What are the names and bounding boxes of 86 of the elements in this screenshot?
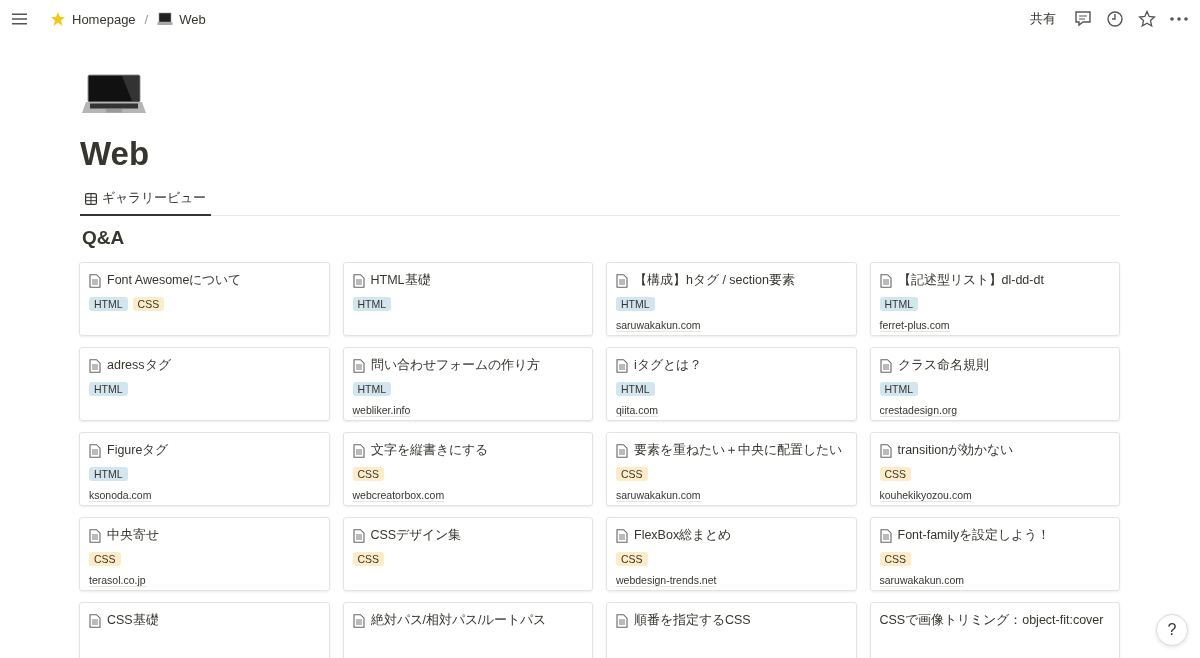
tag: HTML [879,382,919,396]
tag: CSS [616,467,648,481]
source-link[interactable]: terasol.co.jp [89,574,146,587]
star-icon[interactable] [1138,10,1156,28]
tag: CSS [879,467,912,481]
gallery-card[interactable]: 【構成】hタグ / section要素 HTML saruwakakun.com [606,262,857,336]
gallery-card[interactable]: Font-familyを設定しよう！ CSS saruwakakun.com [869,517,1120,591]
card-title: Font Awesomeについて [107,272,242,289]
share-button[interactable]: 共有 [1026,8,1060,30]
gallery-card[interactable]: iタグとは？ HTML qiita.com [606,347,857,421]
gallery-card[interactable]: 文字を縦書きにする CSS webcreatorbox.com [342,432,593,506]
gallery-card[interactable]: CSSで画像トリミング：object-fit:cover [869,602,1120,658]
tag: HTML [616,297,655,311]
card-title: 中央寄せ [107,527,159,544]
source-link[interactable]: saruwakakun.com [616,319,701,332]
gallery-card[interactable]: クラス命名規則 HTML crestadesign.org [869,347,1120,421]
tag: CSS [616,552,648,566]
source-link[interactable]: crestadesign.org [879,404,958,417]
gallery-card[interactable]: 【記述型リスト】dl-dd-dt HTML ferret-plus.com [869,262,1120,336]
view-tab[interactable]: ギャラリービュー [80,186,211,216]
menu-icon[interactable] [12,13,27,25]
tag: CSS [352,552,385,566]
gallery-card[interactable]: CSSデザイン集 CSS [342,517,593,591]
help-button[interactable]: ? [1156,614,1188,646]
gallery-card[interactable]: 要素を重ねたい＋中央に配置したい CSS saruwakakun.com [606,432,857,506]
card-title: transitionが効かない [897,442,1014,459]
source-link[interactable]: ksonoda.com [89,489,152,502]
gallery-card[interactable]: FlexBox総まとめ CSS webdesign-trends.net [606,517,857,591]
gallery-card[interactable]: 中央寄せ CSS terasol.co.jp [79,517,330,591]
source-link[interactable]: webdesign-trends.net [616,574,717,587]
group-heading: Q&A [82,226,126,250]
card-title: CSS基礎 [107,612,159,629]
breadcrumb-separator: / [144,11,149,27]
tag: HTML [89,297,128,311]
breadcrumb-link[interactable]: Homepage [47,9,139,29]
card-title: CSSで画像トリミング：object-fit:cover [879,612,1104,629]
more-icon[interactable] [1170,17,1188,21]
card-title: クラス命名規則 [897,357,989,374]
breadcrumb-link[interactable]: Web [154,9,209,29]
source-link[interactable]: webcreatorbox.com [352,489,445,502]
tag: CSS [352,467,385,481]
clock-icon[interactable] [1106,10,1124,28]
card-title: 絶対パス/相対パス/ルートパス [370,612,547,629]
source-link[interactable]: qiita.com [616,404,658,417]
card-title: Font-familyを設定しよう！ [897,527,1051,544]
tag: HTML [89,467,128,481]
source-link[interactable]: ferret-plus.com [879,319,950,332]
card-title: 【構成】hタグ / section要素 [634,272,795,289]
gallery-card[interactable]: 問い合わせフォームの作り方 HTML webliker.info [342,347,593,421]
card-title: 問い合わせフォームの作り方 [370,357,540,374]
gallery-card[interactable]: Font Awesomeについて HTML CSS [79,262,330,336]
gallery-card[interactable]: Figureタグ HTML ksonoda.com [79,432,330,506]
card-title: Figureタグ [107,442,169,459]
tag: CSS [89,552,121,566]
gallery-card[interactable]: transitionが効かない CSS kouhekikyozou.com [869,432,1120,506]
card-title: 順番を指定するCSS [634,612,751,629]
card-title: FlexBox総まとめ [634,527,732,544]
gallery-icon [85,192,97,205]
gallery-card[interactable]: HTML基礎 HTML [342,262,593,336]
gallery-card[interactable]: 順番を指定するCSS [606,602,857,658]
card-title: 【記述型リスト】dl-dd-dt [897,272,1044,289]
gallery-card[interactable]: CSS基礎 [79,602,330,658]
card-title: HTML基礎 [370,272,431,289]
card-title: iタグとは？ [634,357,702,374]
source-link[interactable]: kouhekikyozou.com [879,489,972,502]
source-link[interactable]: webliker.info [352,404,411,417]
card-title: 文字を縦書きにする [370,442,488,459]
source-link[interactable]: saruwakakun.com [616,489,701,502]
tag: CSS [879,552,912,566]
comment-icon[interactable] [1074,10,1092,28]
page-title: Web [80,134,151,174]
tag: HTML [352,297,392,311]
source-link[interactable]: saruwakakun.com [879,574,965,587]
laptop-icon [157,11,174,27]
tag: CSS [132,297,165,311]
tag: HTML [879,297,919,311]
tag: HTML [352,382,392,396]
gallery-card[interactable]: adressタグ HTML [79,347,330,421]
tag: HTML [616,382,655,396]
card-title: adressタグ [107,357,171,374]
card-title: 要素を重ねたい＋中央に配置したい [634,442,842,459]
tag: HTML [89,382,128,396]
gallery-card[interactable]: 絶対パス/相対パス/ルートパス [342,602,593,658]
card-title: CSSデザイン集 [370,527,462,544]
laptop-icon [82,74,146,114]
star-icon [50,11,66,27]
